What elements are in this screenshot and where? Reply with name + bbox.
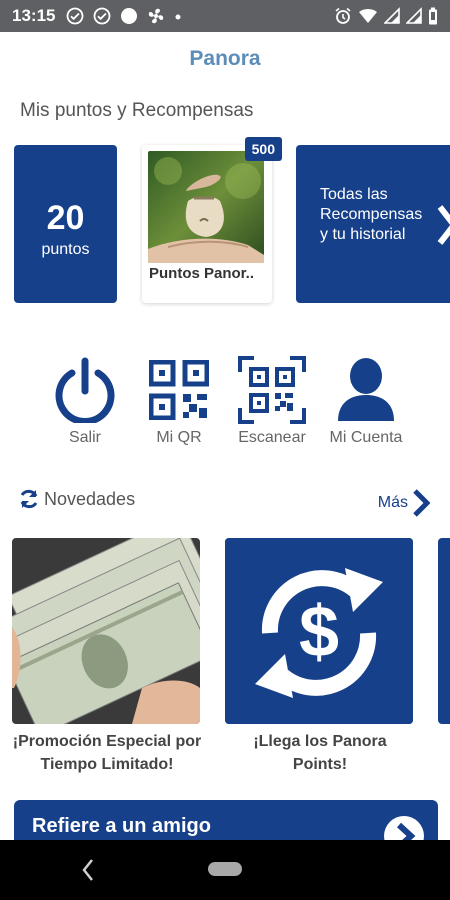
circle-icon: [121, 8, 137, 24]
my-account-label: Mi Cuenta: [329, 429, 403, 446]
status-bar: 13:15: [0, 0, 450, 32]
signal-icon: [384, 7, 400, 24]
points-card[interactable]: 20 puntos: [14, 145, 117, 303]
scan-label: Escanear: [238, 429, 306, 446]
user-icon: [338, 358, 394, 421]
news-card[interactable]: $ ¡Llega los Panora Points!: [225, 538, 415, 776]
qr-code-icon: [149, 360, 209, 420]
all-rewards-card[interactable]: Todas las Recompensas y tu historial: [296, 145, 450, 303]
chevron-right-icon: [437, 205, 450, 245]
wifi-icon: [359, 9, 377, 23]
points-unit: puntos: [41, 241, 90, 258]
money-bills-image: [12, 538, 200, 724]
reward-points-badge: 500: [244, 137, 282, 161]
logout-button[interactable]: Salir: [40, 355, 130, 447]
panora-points-image: $: [225, 538, 413, 724]
news-caption: ¡Promoción Especial por Tiempo Limitado!: [12, 733, 202, 773]
more-label: Más: [377, 494, 408, 511]
signal-icon: [406, 7, 422, 24]
points-value: 20: [46, 199, 85, 237]
my-qr-button[interactable]: Mi QR: [134, 355, 224, 447]
all-rewards-label: Todas las Recompensas y tu historial: [320, 186, 423, 243]
app-title: Panora: [189, 47, 261, 70]
refresh-icon[interactable]: [18, 488, 40, 510]
rewards-section-title: Mis puntos y Recompensas: [20, 100, 254, 121]
check-circle-icon: [66, 7, 84, 25]
refer-friend-label: Refiere a un amigo: [32, 815, 211, 837]
news-header: Novedades: [18, 488, 135, 510]
reward-label: Puntos Panor..: [149, 265, 255, 282]
fan-icon: [148, 8, 164, 24]
news-card[interactable]: ¡Promoción Especial por Tiempo Limitado!: [12, 538, 202, 776]
alarm-icon: [335, 7, 351, 24]
chevron-right-icon: [413, 489, 430, 517]
more-news-link[interactable]: Más: [378, 488, 430, 518]
news-title: Novedades: [44, 488, 136, 509]
svg-text:$: $: [299, 592, 339, 672]
power-icon: [55, 357, 115, 423]
home-pill[interactable]: [208, 862, 242, 876]
back-icon[interactable]: [80, 857, 96, 883]
my-account-button[interactable]: Mi Cuenta: [321, 355, 411, 447]
news-card-image: [438, 538, 450, 724]
news-card[interactable]: [438, 538, 450, 724]
logout-label: Salir: [68, 429, 101, 446]
reward-card[interactable]: 500 Puntos Panor..: [142, 137, 282, 303]
news-caption: ¡Llega los Panora Points!: [253, 733, 387, 773]
my-qr-label: Mi QR: [156, 429, 202, 446]
scan-button[interactable]: Escanear: [227, 355, 317, 447]
status-time: 13:15: [12, 6, 56, 25]
app-header: Panora: [0, 32, 450, 88]
qr-scan-icon: [238, 356, 306, 424]
system-nav-bar: [0, 840, 450, 900]
check-circle-icon: [93, 7, 111, 25]
dot-icon: [175, 14, 181, 20]
money-bag-image: [148, 151, 264, 263]
battery-icon: [429, 7, 437, 25]
